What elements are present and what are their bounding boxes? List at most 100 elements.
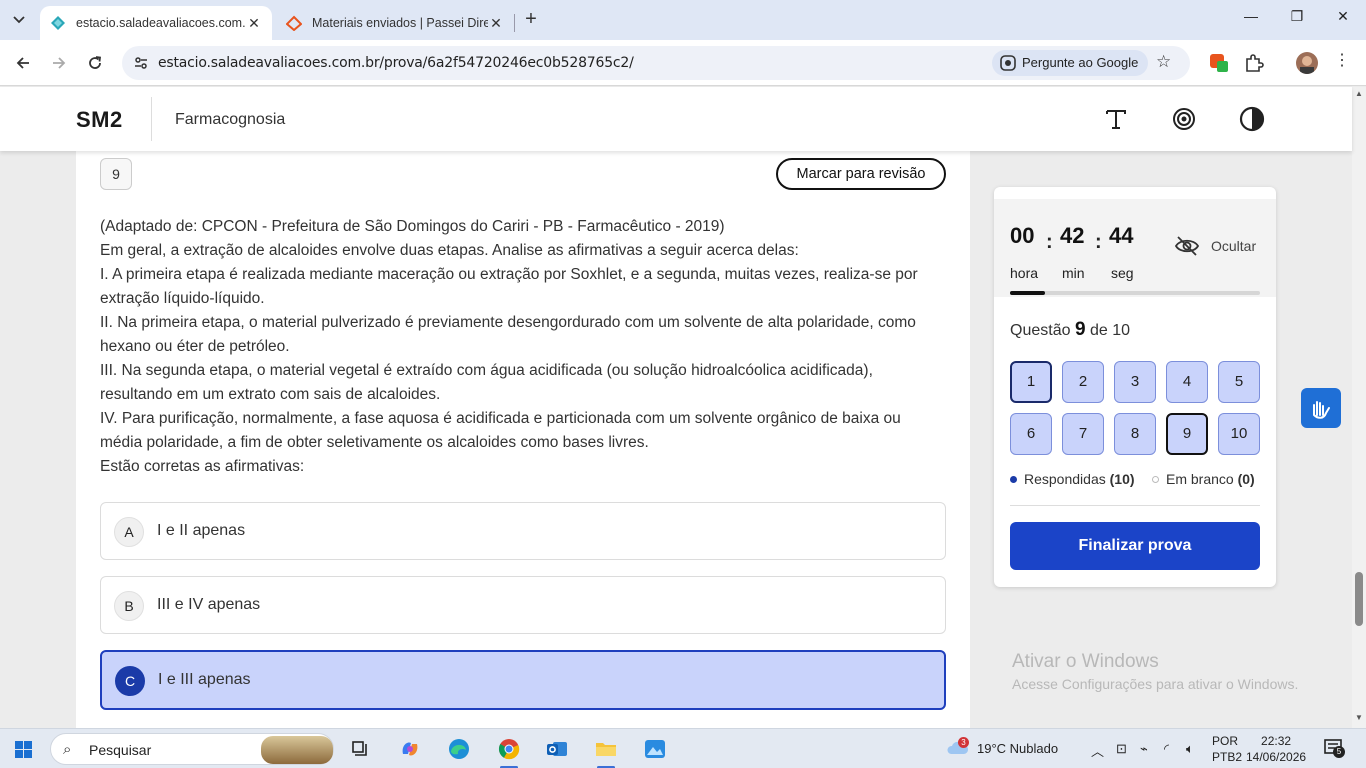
chevron-down-icon bbox=[13, 16, 25, 24]
header-divider bbox=[151, 97, 152, 141]
close-tab-icon[interactable]: ✕ bbox=[246, 15, 262, 32]
edge-icon[interactable] bbox=[444, 734, 474, 764]
wifi-icon[interactable]: ◜ bbox=[1164, 741, 1169, 757]
mark-for-review-button[interactable]: Marcar para revisão bbox=[776, 158, 946, 190]
timer-seconds-label: seg bbox=[1111, 265, 1134, 281]
statement-iii: III. Na segunda etapa, o material vegeta… bbox=[100, 362, 873, 403]
browser-tab-strip: estacio.saladeavaliacoes.com.br ✕ Materi… bbox=[0, 0, 1366, 40]
url-text[interactable]: estacio.saladeavaliacoes.com.br/prova/6a… bbox=[158, 55, 634, 71]
question-nav-button[interactable]: 1 bbox=[1010, 361, 1052, 403]
clock-date: 14/06/2026 bbox=[1246, 750, 1307, 764]
close-window-button[interactable]: ✕ bbox=[1320, 8, 1366, 32]
new-tab-button[interactable]: + bbox=[520, 8, 542, 32]
weather-text[interactable]: 19°C Nublado bbox=[977, 741, 1058, 756]
chrome-icon[interactable] bbox=[494, 734, 524, 764]
lang-code: POR bbox=[1212, 734, 1239, 748]
timer-seconds: 44 bbox=[1109, 223, 1134, 248]
contrast-icon[interactable] bbox=[1237, 104, 1267, 134]
windows-activation-title: Ativar o Windows bbox=[1012, 651, 1159, 672]
outlook-icon[interactable] bbox=[542, 734, 572, 764]
site-logo: SM2 bbox=[76, 107, 123, 132]
taskbar-clock[interactable]: 22:32 14/06/2026 bbox=[1246, 733, 1306, 765]
counter-prefix: Questão bbox=[1010, 322, 1071, 339]
task-view-icon[interactable] bbox=[345, 734, 375, 764]
statement-ii: II. Na primeira etapa, o material pulver… bbox=[100, 314, 916, 355]
option-a[interactable]: A I e II apenas bbox=[100, 502, 946, 560]
close-tab-icon[interactable]: ✕ bbox=[488, 15, 504, 32]
question-nav-button[interactable]: 6 bbox=[1010, 413, 1052, 455]
answered-label: Respondidas bbox=[1024, 471, 1106, 487]
clock-time: 22:32 bbox=[1261, 734, 1292, 748]
extensions-puzzle-icon[interactable] bbox=[1243, 52, 1265, 74]
taskbar-search[interactable]: ⌕ Pesquisar bbox=[50, 733, 334, 765]
question-nav-button[interactable]: 8 bbox=[1114, 413, 1156, 455]
focus-target-icon[interactable] bbox=[1169, 104, 1199, 134]
volume-icon[interactable]: 🔈︎ bbox=[1186, 741, 1194, 757]
tab-inactive[interactable]: Materiais enviados | Passei Direto ✕ bbox=[276, 6, 514, 40]
file-explorer-icon[interactable] bbox=[591, 734, 621, 764]
eye-off-icon bbox=[1174, 236, 1200, 256]
font-size-icon[interactable] bbox=[1101, 104, 1131, 134]
address-bar[interactable]: estacio.saladeavaliacoes.com.br/prova/6a… bbox=[122, 46, 1190, 80]
google-lens-icon bbox=[1000, 55, 1016, 71]
timer-minutes-label: min bbox=[1062, 265, 1085, 281]
reload-icon[interactable] bbox=[82, 50, 108, 76]
counter-suffix: de 10 bbox=[1089, 322, 1131, 339]
search-highlight-image bbox=[261, 736, 333, 764]
show-hidden-icons-icon[interactable]: ︿ bbox=[1091, 741, 1104, 760]
site-info-icon[interactable] bbox=[132, 54, 150, 72]
statement-i: I. A primeira etapa é realizada mediante… bbox=[100, 266, 918, 307]
option-b[interactable]: B III e IV apenas bbox=[100, 576, 946, 634]
meet-now-icon[interactable]: ⊡ bbox=[1116, 741, 1127, 757]
sign-language-accessibility-button[interactable] bbox=[1301, 388, 1341, 428]
question-nav-button[interactable]: 7 bbox=[1062, 413, 1104, 455]
question-nav-button[interactable]: 5 bbox=[1218, 361, 1260, 403]
question-nav-button[interactable]: 3 bbox=[1114, 361, 1156, 403]
extension-icon[interactable] bbox=[1208, 52, 1230, 74]
timer-colon: : bbox=[1095, 231, 1102, 253]
page-scrollbar[interactable]: ▲ ▼ bbox=[1352, 87, 1366, 728]
question-nav-button[interactable]: 10 bbox=[1218, 413, 1260, 455]
battery-plug-icon[interactable]: ⌁ bbox=[1140, 741, 1148, 757]
forward-icon[interactable] bbox=[46, 50, 72, 76]
tab-search-menu-button[interactable] bbox=[6, 7, 32, 33]
question-nav-button[interactable]: 2 bbox=[1062, 361, 1104, 403]
scroll-up-icon[interactable]: ▲ bbox=[1354, 89, 1364, 98]
question-source: (Adaptado de: CPCON - Prefeitura de São … bbox=[100, 218, 725, 235]
answered-count: (10) bbox=[1109, 471, 1135, 487]
question-nav-button[interactable]: 4 bbox=[1166, 361, 1208, 403]
option-text: I e II apenas bbox=[157, 522, 246, 539]
finish-exam-button[interactable]: Finalizar prova bbox=[1010, 522, 1260, 570]
question-nav-button-current[interactable]: 9 bbox=[1166, 413, 1208, 455]
search-placeholder: Pesquisar bbox=[89, 742, 152, 758]
option-text: III e IV apenas bbox=[157, 596, 261, 613]
minimize-button[interactable]: — bbox=[1228, 8, 1274, 32]
question-number-badge: 9 bbox=[100, 158, 132, 190]
scroll-down-icon[interactable]: ▼ bbox=[1354, 713, 1364, 722]
scrollbar-thumb[interactable] bbox=[1355, 572, 1363, 626]
legend-blank: Em branco (0) bbox=[1152, 471, 1255, 487]
blank-label: Em branco bbox=[1166, 471, 1234, 487]
hide-timer-button[interactable]: Ocultar bbox=[1174, 233, 1256, 259]
windows-activation-subtitle: Acesse Configurações para ativar o Windo… bbox=[1012, 676, 1299, 692]
back-icon[interactable] bbox=[10, 50, 36, 76]
option-c[interactable]: C I e III apenas bbox=[100, 650, 946, 710]
question-statement: (Adaptado de: CPCON - Prefeitura de São … bbox=[100, 215, 920, 479]
photos-icon[interactable] bbox=[640, 734, 670, 764]
tab-divider bbox=[514, 14, 515, 32]
ask-google-button[interactable]: Pergunte ao Google bbox=[992, 50, 1149, 76]
copilot-icon[interactable] bbox=[395, 734, 425, 764]
bookmark-star-icon[interactable]: ☆ bbox=[1156, 52, 1171, 72]
tab-title: Materiais enviados | Passei Direto bbox=[312, 16, 488, 30]
tab-active[interactable]: estacio.saladeavaliacoes.com.br ✕ bbox=[40, 6, 272, 40]
question-card: 9 Marcar para revisão (Adaptado de: CPCO… bbox=[76, 151, 970, 728]
restore-button[interactable]: ❐ bbox=[1274, 8, 1320, 32]
blank-count: (0) bbox=[1237, 471, 1255, 487]
timer-hours: 00 bbox=[1010, 223, 1035, 248]
input-language[interactable]: POR PTB2 bbox=[1212, 733, 1242, 765]
browser-menu-icon[interactable]: ⋮ bbox=[1334, 50, 1350, 70]
windows-start-icon[interactable] bbox=[15, 741, 32, 758]
notifications-icon[interactable]: 5 bbox=[1324, 739, 1345, 758]
profile-avatar[interactable] bbox=[1296, 52, 1318, 74]
windows-taskbar: ⌕ Pesquisar 3 19°C Nublado ︿ ⊡ ⌁ ◜ 🔈︎ PO… bbox=[0, 728, 1366, 768]
